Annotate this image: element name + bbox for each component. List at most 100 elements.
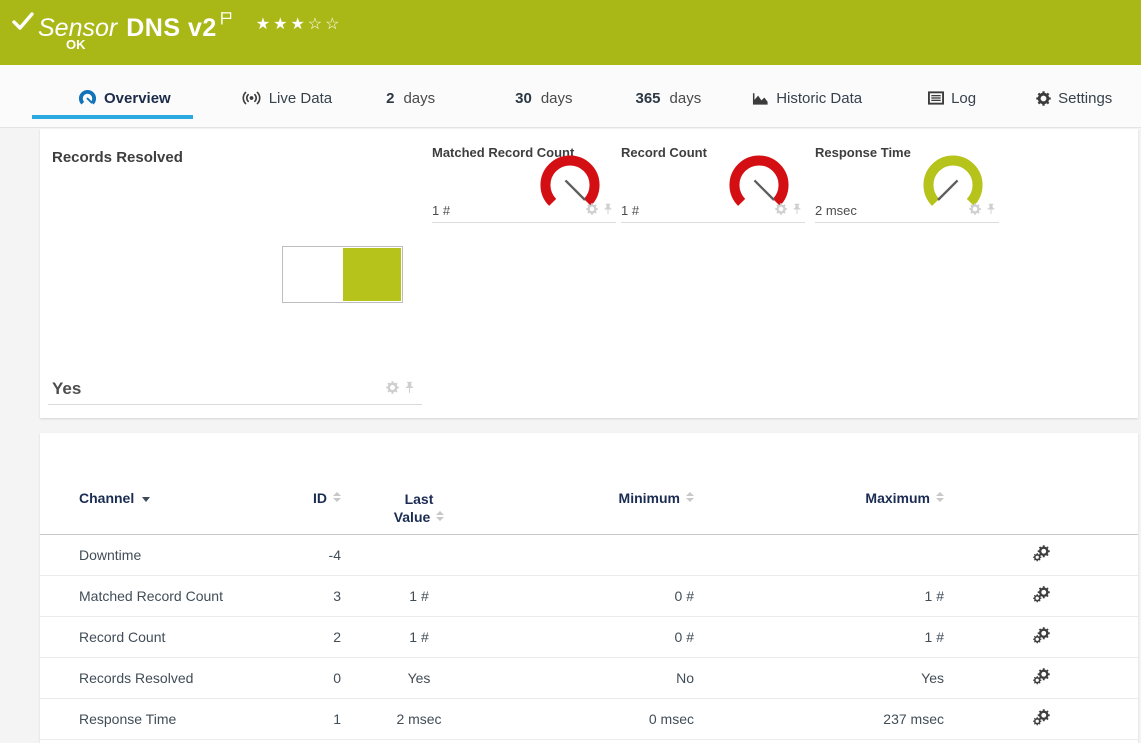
tab-settings-label: Settings — [1058, 90, 1112, 107]
cell-maximum — [694, 535, 944, 576]
content-area: Records Resolved Yes Matched Record — [0, 128, 1141, 743]
cell-id: 2 — [290, 617, 341, 658]
tab-30-days[interactable]: 30 days — [497, 77, 590, 119]
sort-desc-icon — [142, 497, 150, 502]
cell-id: 1 — [290, 699, 341, 740]
cell-channel: Downtime — [40, 535, 290, 576]
gauge-tile-record-count: Record Count 1 # — [621, 145, 805, 223]
tab-log[interactable]: Log — [910, 77, 994, 119]
channel-settings-gears-icon[interactable] — [1033, 586, 1050, 603]
tile-gear-icon[interactable] — [586, 202, 598, 220]
records-resolved-bar-chart — [282, 246, 403, 303]
channel-settings-gears-icon[interactable] — [1033, 668, 1050, 685]
tile-pin-icon[interactable] — [602, 202, 614, 220]
cell-maximum: 1 # — [694, 617, 944, 658]
column-header-id[interactable]: ID — [290, 433, 341, 535]
cell-last-value: 1 # — [341, 576, 497, 617]
tile-gear-icon[interactable] — [386, 381, 399, 399]
tab-365-days-label: days — [670, 90, 702, 107]
tile-gear-icon[interactable] — [775, 202, 787, 220]
column-header-maximum-label: Maximum — [865, 490, 930, 506]
tile-pin-icon[interactable] — [985, 202, 997, 220]
cell-maximum: Yes — [694, 658, 944, 699]
cell-maximum: 1 # — [694, 576, 944, 617]
primary-channel-tile-records-resolved: Records Resolved Yes — [48, 147, 422, 405]
cell-channel: Response Time — [40, 699, 290, 740]
prtg-sensor-page: SensorDNS v2 ★★★☆☆ OK Overview — [0, 0, 1141, 743]
tab-settings[interactable]: Settings — [1018, 77, 1130, 119]
priority-stars[interactable]: ★★★☆☆ — [256, 16, 343, 33]
cell-minimum: 0 # — [497, 576, 694, 617]
column-header-last-label: Last — [341, 490, 497, 508]
tab-live-data-label: Live Data — [269, 90, 332, 107]
channel-table: Channel ID Last Value Minimum — [40, 433, 1138, 740]
cell-id: -4 — [290, 535, 341, 576]
cell-channel: Records Resolved — [40, 658, 290, 699]
cell-minimum: 0 # — [497, 617, 694, 658]
gauge-tile-matched-record-count: Matched Record Count 1 # — [432, 145, 616, 223]
sensor-header: SensorDNS v2 ★★★☆☆ OK — [0, 0, 1141, 65]
primary-tile-title: Records Resolved — [48, 147, 422, 166]
channel-settings-gears-icon[interactable] — [1033, 627, 1050, 644]
tab-overview-label: Overview — [104, 90, 171, 107]
sensor-status: OK — [66, 37, 86, 52]
cell-channel: Record Count — [40, 617, 290, 658]
cell-id: 0 — [290, 658, 341, 699]
tab-2-days-label: days — [403, 90, 435, 107]
sort-toggle-icon — [686, 492, 694, 502]
column-header-value-label: Value — [394, 509, 431, 525]
tab-2-days[interactable]: 2 days — [368, 77, 453, 119]
channel-settings-gears-icon[interactable] — [1033, 545, 1050, 562]
tab-30-days-label: days — [541, 90, 573, 107]
channel-table-panel: Channel ID Last Value Minimum — [40, 433, 1138, 743]
gauge-value: 1 # — [432, 203, 450, 218]
tab-log-label: Log — [951, 90, 976, 107]
log-icon — [928, 91, 944, 105]
table-row-records-resolved: Records Resolved 0 Yes No Yes — [40, 658, 1138, 699]
tab-historic-data[interactable]: Historic Data — [734, 77, 880, 119]
cell-channel: Matched Record Count — [40, 576, 290, 617]
tab-30-days-number: 30 — [515, 90, 532, 107]
cell-last-value: 1 # — [341, 617, 497, 658]
gauge-tile-response-time: Response Time 2 msec — [815, 145, 999, 223]
column-header-maximum[interactable]: Maximum — [694, 433, 944, 535]
cell-minimum: 0 msec — [497, 699, 694, 740]
gauge-icon — [78, 89, 97, 108]
column-header-channel[interactable]: Channel — [40, 433, 290, 535]
gear-icon — [1036, 91, 1051, 106]
area-chart-icon — [752, 91, 769, 106]
tab-historic-data-label: Historic Data — [776, 90, 862, 107]
tile-pin-icon[interactable] — [403, 381, 416, 399]
cell-maximum: 237 msec — [694, 699, 944, 740]
sensor-name: DNS v2 — [126, 14, 217, 42]
table-row-downtime: Downtime -4 — [40, 535, 1138, 576]
cell-id: 3 — [290, 576, 341, 617]
tab-live-data[interactable]: Live Data — [223, 77, 350, 119]
column-header-id-label: ID — [313, 490, 327, 506]
sort-toggle-icon — [936, 492, 944, 502]
table-row-record-count: Record Count 2 1 # 0 # 1 # — [40, 617, 1138, 658]
tile-gear-icon[interactable] — [969, 202, 981, 220]
primary-tile-footer: Yes — [52, 379, 416, 399]
channel-settings-gears-icon[interactable] — [1033, 709, 1050, 726]
column-header-last-value[interactable]: Last Value — [341, 433, 497, 535]
cell-last-value — [341, 535, 497, 576]
tab-overview[interactable]: Overview — [32, 77, 193, 119]
table-row-response-time: Response Time 1 2 msec 0 msec 237 msec — [40, 699, 1138, 740]
flag-icon[interactable] — [221, 2, 232, 34]
tile-pin-icon[interactable] — [791, 202, 803, 220]
tab-bar: Overview Live Data 2 days 30 days 365 — [0, 65, 1141, 128]
column-header-actions — [944, 433, 1138, 535]
tab-2-days-number: 2 — [386, 90, 394, 107]
column-header-channel-label: Channel — [79, 490, 134, 506]
cell-minimum: No — [497, 658, 694, 699]
gauge-value: 1 # — [621, 203, 639, 218]
tab-365-days[interactable]: 365 days — [618, 77, 720, 119]
column-header-minimum-label: Minimum — [619, 490, 680, 506]
primary-tile-value: Yes — [52, 379, 81, 399]
cell-last-value: Yes — [341, 658, 497, 699]
sort-toggle-icon — [436, 511, 444, 521]
table-row-matched-record-count: Matched Record Count 3 1 # 0 # 1 # — [40, 576, 1138, 617]
column-header-minimum[interactable]: Minimum — [497, 433, 694, 535]
broadcast-icon — [241, 90, 262, 106]
